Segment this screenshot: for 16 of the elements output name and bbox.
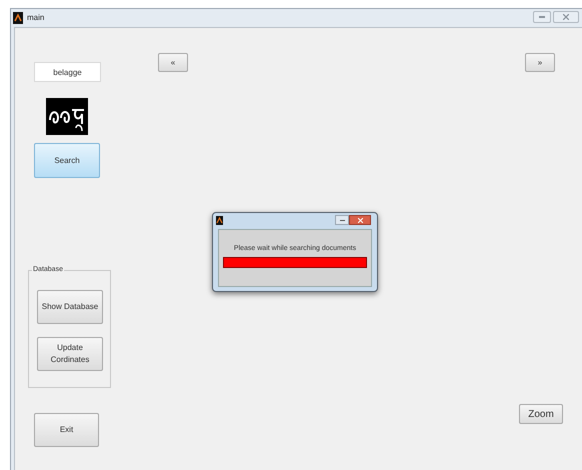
close-icon — [358, 218, 362, 222]
zoom-button[interactable]: Zoom — [519, 404, 563, 424]
minimize-button[interactable] — [335, 215, 349, 225]
search-button[interactable]: Search — [34, 143, 100, 178]
close-button[interactable] — [349, 215, 371, 225]
close-icon — [563, 14, 569, 20]
database-button[interactable]: Show Database — [37, 290, 103, 324]
database-button[interactable]: Update Cordinates — [37, 337, 103, 371]
app-icon — [216, 216, 223, 225]
previous-button[interactable]: « — [158, 53, 188, 72]
query-field[interactable]: belagge — [34, 62, 101, 82]
window-title: main — [27, 12, 44, 24]
app-icon — [13, 12, 23, 24]
exit-button[interactable]: Exit — [34, 413, 99, 447]
next-button[interactable]: » — [525, 53, 555, 72]
minimize-button[interactable] — [533, 11, 551, 23]
